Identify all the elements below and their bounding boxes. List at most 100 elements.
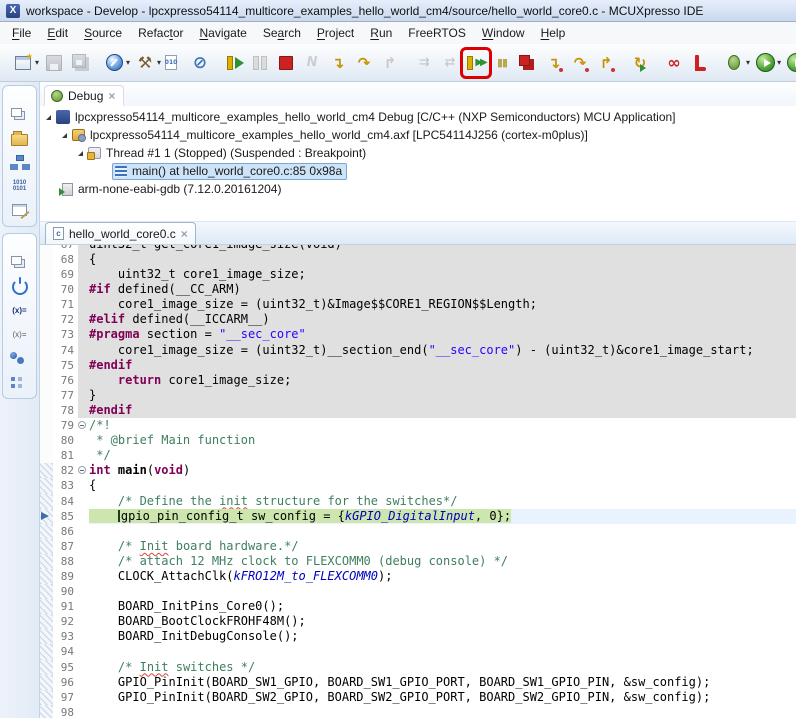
code-line-94[interactable]: 94: [40, 644, 796, 659]
folding-ruler[interactable]: [78, 554, 89, 569]
code-text[interactable]: BOARD_BootClockFROHF48M();: [89, 614, 796, 629]
run-button[interactable]: ▾: [753, 51, 782, 75]
code-text[interactable]: #endif: [89, 358, 796, 373]
folding-ruler[interactable]: [78, 644, 89, 659]
annotation-ruler[interactable]: [40, 252, 53, 267]
annotation-ruler[interactable]: [40, 690, 53, 705]
folding-ruler[interactable]: [78, 478, 89, 493]
line-number[interactable]: 84: [53, 494, 78, 509]
annotation-ruler[interactable]: [40, 509, 53, 524]
code-text[interactable]: /* Init switches */: [89, 660, 796, 675]
line-number[interactable]: 77: [53, 388, 78, 403]
folding-ruler[interactable]: [78, 448, 89, 463]
code-line-72[interactable]: 72#elif defined(__ICCARM__): [40, 312, 796, 327]
restore-views-button[interactable]: [5, 250, 35, 274]
folding-ruler[interactable]: [78, 584, 89, 599]
menu-edit[interactable]: Edit: [39, 24, 76, 42]
code-text[interactable]: * @brief Main function: [89, 433, 796, 448]
folding-ruler[interactable]: [78, 524, 89, 539]
folding-ruler[interactable]: [78, 494, 89, 509]
annotation-ruler[interactable]: [40, 660, 53, 675]
code-text[interactable]: int main(void): [89, 463, 796, 478]
code-text[interactable]: #elif defined(__ICCARM__): [89, 312, 796, 327]
code-line-69[interactable]: 69 uint32_t core1_image_size;: [40, 267, 796, 282]
annotation-ruler[interactable]: [40, 448, 53, 463]
line-number[interactable]: 85: [53, 509, 78, 524]
folding-ruler[interactable]: [78, 509, 89, 524]
code-line-82[interactable]: 82int main(void): [40, 463, 796, 478]
folding-ruler[interactable]: [78, 327, 89, 342]
code-text[interactable]: #endif: [89, 403, 796, 418]
step-over-all-button[interactable]: ↷: [568, 51, 592, 75]
code-text[interactable]: [89, 705, 796, 718]
code-text[interactable]: core1_image_size = (uint32_t)__section_e…: [89, 343, 796, 358]
folding-ruler[interactable]: [78, 297, 89, 312]
menu-navigate[interactable]: Navigate: [191, 24, 254, 42]
suspend-all-button[interactable]: ▮▮: [490, 51, 514, 75]
registers-button[interactable]: 1010 0101: [5, 174, 35, 198]
link-server-button[interactable]: ∞: [662, 51, 686, 75]
annotation-ruler[interactable]: [40, 675, 53, 690]
restore-views-button[interactable]: [5, 102, 35, 126]
folding-ruler[interactable]: [78, 569, 89, 584]
code-text[interactable]: /* Init board hardware.*/: [89, 539, 796, 554]
code-text[interactable]: uint32_t get_core1_image_size(void): [89, 245, 796, 252]
code-text[interactable]: GPIO_PinInit(BOARD_SW1_GPIO, BOARD_SW1_G…: [89, 675, 796, 690]
annotation-ruler[interactable]: [40, 358, 53, 373]
project-explorer-button[interactable]: [5, 126, 35, 150]
annotation-ruler[interactable]: [40, 584, 53, 599]
code-text[interactable]: #if defined(__CC_ARM): [89, 282, 796, 297]
instruction-stepping-button[interactable]: ⇉: [412, 51, 436, 75]
quickstart-panel-button[interactable]: [5, 274, 35, 298]
close-icon[interactable]: ×: [108, 91, 115, 101]
code-line-89[interactable]: 89 CLOCK_AttachClk(kFRO12M_to_FLEXCOMM0)…: [40, 569, 796, 584]
code-text[interactable]: GPIO_PinInit(BOARD_SW2_GPIO, BOARD_SW2_G…: [89, 690, 796, 705]
step-into-all-button[interactable]: ↴: [542, 51, 566, 75]
code-line-92[interactable]: 92 BOARD_BootClockFROHF48M();: [40, 614, 796, 629]
restart-button[interactable]: ↻: [628, 51, 652, 75]
code-line-91[interactable]: 91 BOARD_InitPins_Core0();: [40, 599, 796, 614]
code-text[interactable]: [89, 524, 796, 539]
annotation-ruler[interactable]: [40, 433, 53, 448]
code-text[interactable]: return core1_image_size;: [89, 373, 796, 388]
binary-tools-button[interactable]: 010: [164, 54, 178, 71]
folding-ruler[interactable]: [78, 252, 89, 267]
code-text[interactable]: CLOCK_AttachClk(kFRO12M_to_FLEXCOMM0);: [89, 569, 796, 584]
code-line-97[interactable]: 97 GPIO_PinInit(BOARD_SW2_GPIO, BOARD_SW…: [40, 690, 796, 705]
peripherals-button[interactable]: [5, 150, 35, 174]
code-line-93[interactable]: 93 BOARD_InitDebugConsole();: [40, 629, 796, 644]
step-return-button[interactable]: ↱: [378, 51, 402, 75]
save-all-button[interactable]: [68, 51, 92, 75]
folding-ruler[interactable]: [78, 245, 89, 252]
dropdown-arrow-icon[interactable]: ▾: [157, 58, 161, 67]
annotation-ruler[interactable]: [40, 312, 53, 327]
global-variables-button[interactable]: (x)=: [5, 298, 35, 322]
code-line-86[interactable]: 86: [40, 524, 796, 539]
menu-help[interactable]: Help: [533, 24, 574, 42]
clean-compass-button[interactable]: ▾: [102, 51, 131, 75]
folding-ruler[interactable]: [78, 463, 89, 478]
instruction-step-mode-button[interactable]: ⇄: [438, 51, 462, 75]
outline-button[interactable]: [5, 370, 35, 394]
code-line-96[interactable]: 96 GPIO_PinInit(BOARD_SW1_GPIO, BOARD_SW…: [40, 675, 796, 690]
line-number[interactable]: 68: [53, 252, 78, 267]
debug-tree-item[interactable]: Thread #1 1 (Stopped) (Suspended : Break…: [40, 144, 796, 162]
profile-button[interactable]: ▾: [784, 51, 796, 75]
code-text[interactable]: {: [89, 478, 796, 493]
code-line-77[interactable]: 77}: [40, 388, 796, 403]
menu-project[interactable]: Project: [309, 24, 362, 42]
dropdown-arrow-icon[interactable]: ▾: [126, 58, 130, 67]
code-line-78[interactable]: 78#endif: [40, 403, 796, 418]
menu-search[interactable]: Search: [255, 24, 309, 42]
menu-window[interactable]: Window: [474, 24, 533, 42]
menu-refactor[interactable]: Refactor: [130, 24, 191, 42]
folding-ruler[interactable]: [78, 660, 89, 675]
code-line-71[interactable]: 71 core1_image_size = (uint32_t)&Image$$…: [40, 297, 796, 312]
annotation-ruler[interactable]: [40, 282, 53, 297]
line-number[interactable]: 87: [53, 539, 78, 554]
code-line-87[interactable]: 87 /* Init board hardware.*/: [40, 539, 796, 554]
build-hammer-button[interactable]: ⚒▾: [133, 51, 162, 75]
line-number[interactable]: 89: [53, 569, 78, 584]
folding-ruler[interactable]: [78, 690, 89, 705]
line-number[interactable]: 88: [53, 554, 78, 569]
